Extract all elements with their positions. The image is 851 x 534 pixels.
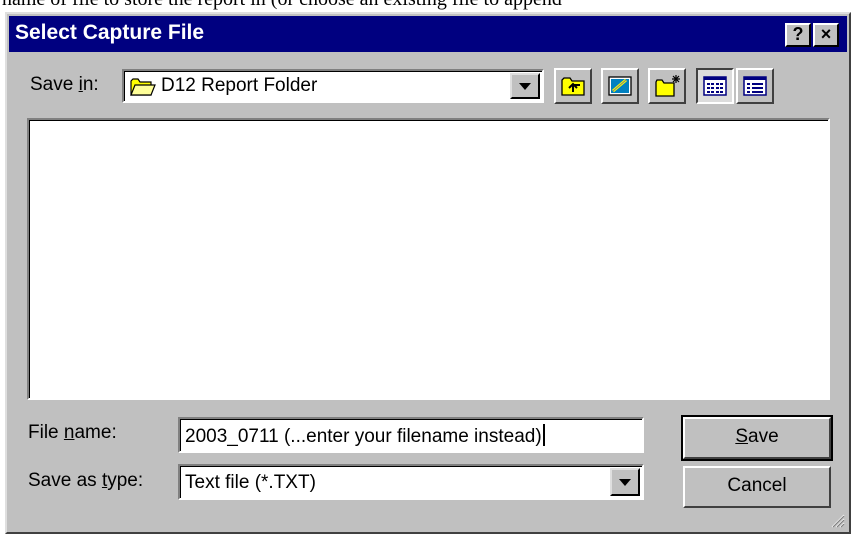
file-name-value: 2003_0711 (...enter your filename instea… [185, 426, 542, 447]
save-as-type-dropdown-button[interactable] [610, 468, 640, 496]
save-as-type-label: Save as type: [28, 470, 144, 491]
dialog-title: Select Capture File [15, 21, 205, 44]
save-in-dropdown-button[interactable] [510, 73, 540, 99]
desktop-icon [608, 76, 632, 96]
resize-grip-icon[interactable] [829, 512, 845, 528]
details-view-button[interactable] [736, 68, 774, 104]
background-instruction-text: name of file to store the report in (or … [0, 0, 851, 10]
file-name-label: File name: [28, 422, 117, 443]
file-list[interactable] [27, 118, 830, 400]
close-button[interactable]: × [813, 23, 839, 47]
up-one-level-button[interactable] [554, 68, 592, 104]
save-as-type-dropdown[interactable]: Text file (*.TXT) [178, 464, 644, 500]
chevron-down-icon [619, 479, 631, 486]
desktop-button[interactable] [601, 68, 639, 104]
save-as-type-value: Text file (*.TXT) [185, 472, 316, 493]
title-bar: Select Capture File ? × [9, 16, 847, 52]
cancel-button[interactable]: Cancel [683, 466, 831, 508]
new-folder-icon [655, 75, 680, 97]
select-capture-file-dialog: Select Capture File ? × Save in: D12 Rep… [5, 12, 851, 534]
create-new-folder-button[interactable] [648, 68, 686, 104]
up-folder-icon [561, 77, 585, 96]
save-in-dropdown[interactable]: D12 Report Folder [122, 69, 544, 103]
save-button[interactable]: Save [681, 415, 833, 461]
chevron-down-icon [519, 83, 531, 90]
list-view-icon [703, 76, 727, 96]
save-in-value: D12 Report Folder [161, 75, 318, 96]
help-button[interactable]: ? [785, 23, 811, 47]
list-view-button[interactable] [696, 68, 734, 104]
file-name-input[interactable]: 2003_0711 (...enter your filename instea… [178, 417, 644, 453]
details-view-icon [743, 76, 767, 96]
folder-icon [130, 77, 156, 102]
text-caret [542, 424, 545, 446]
save-in-label: Save in: [30, 74, 99, 95]
